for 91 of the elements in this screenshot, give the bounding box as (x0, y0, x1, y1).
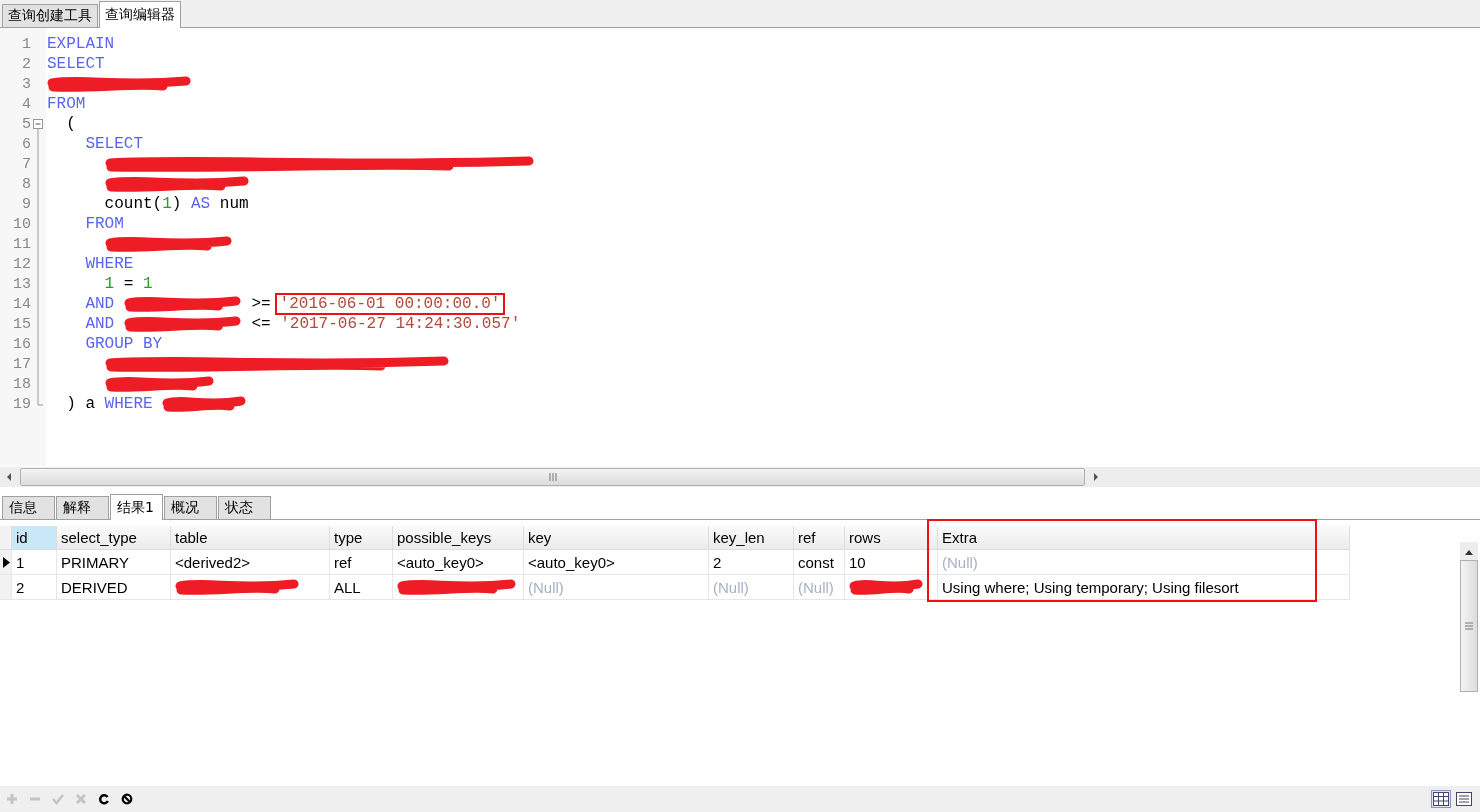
column-header[interactable]: table (171, 526, 330, 550)
table-cell: Using where; Using temporary; Using filesort (938, 575, 1350, 600)
grip-icon (1465, 622, 1473, 630)
sql-keyword: SELECT (47, 55, 105, 73)
scroll-up-icon[interactable] (1464, 548, 1474, 556)
line-number: 19 (12, 395, 31, 413)
editor-tab[interactable]: 查询编辑器 (99, 1, 181, 28)
code-text: ) (66, 395, 76, 413)
line-number: 18 (12, 375, 31, 393)
line-number: 6 (21, 135, 31, 153)
number-literal: 1 (104, 275, 115, 293)
line-number: 8 (21, 175, 31, 193)
sql-keyword: AND (85, 315, 115, 333)
column-header[interactable]: id (12, 526, 57, 550)
refresh-icon[interactable] (98, 793, 110, 805)
string-literal: '2017-06-27 14:24:30.057' (280, 315, 521, 333)
code-text: ( (66, 115, 76, 133)
table-cell: (Null) (709, 575, 794, 600)
table-cell: 2 (709, 550, 794, 575)
sql-keyword: WHERE (104, 395, 153, 413)
line-number: 1 (21, 35, 31, 53)
number-literal: 1 (162, 195, 172, 213)
sql-keyword: AS (191, 195, 211, 213)
line-number: 7 (21, 155, 31, 173)
sql-keyword: WHERE (85, 255, 134, 273)
sql-keyword: GROUP BY (85, 335, 163, 353)
line-number: 10 (12, 215, 31, 233)
sql-keyword: SELECT (85, 135, 143, 153)
header-corner (0, 526, 12, 550)
line-number: 12 (12, 255, 31, 273)
result-tab[interactable]: 信息 (2, 496, 55, 519)
line-number: 5 (21, 115, 31, 133)
grid-view-icon[interactable] (1431, 790, 1451, 808)
column-header[interactable]: rows (845, 526, 938, 550)
line-number: 17 (12, 355, 31, 373)
code-text: = (123, 275, 134, 293)
table-cell: <derived2> (171, 550, 330, 575)
row-header[interactable] (0, 550, 12, 575)
result-tab[interactable]: 概况 (164, 496, 217, 519)
line-number: 9 (21, 195, 31, 213)
column-header[interactable]: Extra (938, 526, 1350, 550)
string-literal: '2016-06-01 00:00:00.0' (274, 293, 506, 315)
code-text: >= (251, 295, 271, 313)
result-tab[interactable]: 状态 (218, 496, 271, 519)
line-number: 11 (12, 235, 31, 253)
table-cell: const (794, 550, 845, 575)
line-number: 13 (12, 275, 31, 293)
grip-icon (548, 473, 557, 481)
column-header[interactable]: key_len (709, 526, 794, 550)
row-pointer-icon (3, 556, 10, 568)
code-text: <= (251, 315, 271, 333)
code-text: a (85, 395, 95, 413)
table-cell: <auto_key0> (393, 550, 524, 575)
column-header[interactable]: type (330, 526, 393, 550)
table-cell: (Null) (938, 550, 1350, 575)
column-header[interactable]: possible_keys (393, 526, 524, 550)
code-text: ) (171, 195, 182, 213)
table-cell: ALL (330, 575, 393, 600)
table-cell: (Null) (524, 575, 709, 600)
table-cell: 10 (845, 550, 938, 575)
line-number: 15 (12, 315, 31, 333)
horizontal-scrollbar[interactable] (0, 467, 1480, 487)
sql-keyword: AND (85, 295, 115, 313)
line-number: 16 (12, 335, 31, 353)
number-literal: 1 (143, 275, 153, 293)
table-cell: PRIMARY (57, 550, 171, 575)
result-tab[interactable]: 结果1 (110, 494, 163, 520)
line-number: 2 (21, 55, 31, 73)
scroll-right-icon[interactable] (1091, 472, 1101, 482)
table-cell: 2 (12, 575, 57, 600)
line-number: 4 (21, 95, 31, 113)
table-cell: (Null) (794, 575, 845, 600)
code-text: num (219, 195, 249, 213)
column-header[interactable]: select_type (57, 526, 171, 550)
scroll-thumb[interactable] (20, 468, 1085, 486)
code-text: count( (104, 195, 163, 213)
stop-icon[interactable] (121, 793, 133, 805)
sql-keyword: FROM (85, 215, 124, 233)
table-cell: DERIVED (57, 575, 171, 600)
table-cell: <auto_key0> (524, 550, 709, 575)
table-cell: 1 (12, 550, 57, 575)
line-number: 3 (21, 75, 31, 93)
editor-tab[interactable]: 查询创建工具 (2, 4, 98, 27)
column-header[interactable]: key (524, 526, 709, 550)
sql-keyword: EXPLAIN (47, 35, 115, 53)
form-view-icon[interactable] (1454, 790, 1474, 808)
result-tab[interactable]: 解释 (56, 496, 109, 519)
table-cell: ref (330, 550, 393, 575)
line-number: 14 (12, 295, 31, 313)
sql-keyword: FROM (47, 95, 86, 113)
column-header[interactable]: ref (794, 526, 845, 550)
